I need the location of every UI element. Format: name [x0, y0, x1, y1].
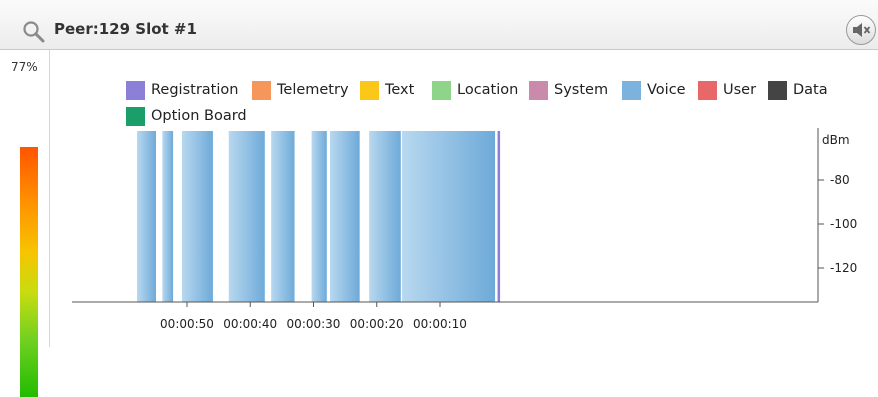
- y-tick-label-2: -100: [830, 217, 857, 231]
- x-tick-label-4: 00:00:20: [350, 317, 404, 331]
- voice-segment-2: [162, 131, 174, 302]
- x-tick-label-3: 00:00:30: [287, 317, 341, 331]
- voice-segment-7: [329, 131, 360, 302]
- signal-timeline-chart: 00:00:50 00:00:40 00:00:30 00:00:20 00:00:10…: [72, 128, 857, 331]
- y-tick-label-1: -80: [830, 173, 850, 187]
- x-tick-label-5: 00:00:10: [413, 317, 467, 331]
- voice-segment-9: [402, 131, 496, 302]
- voice-segment-3: [181, 131, 213, 302]
- voice-segment-4: [228, 131, 265, 302]
- registration-segment-1: [497, 131, 501, 302]
- voice-segment-5: [271, 131, 295, 302]
- y-axis-unit-label: dBm: [822, 133, 850, 147]
- voice-segment-1: [137, 131, 157, 302]
- voice-segment-6: [311, 131, 327, 302]
- x-tick-label-2: 00:00:40: [223, 317, 277, 331]
- y-tick-label-3: -120: [830, 261, 857, 275]
- x-tick-label-1: 00:00:50: [160, 317, 214, 331]
- voice-segment-8: [369, 131, 401, 302]
